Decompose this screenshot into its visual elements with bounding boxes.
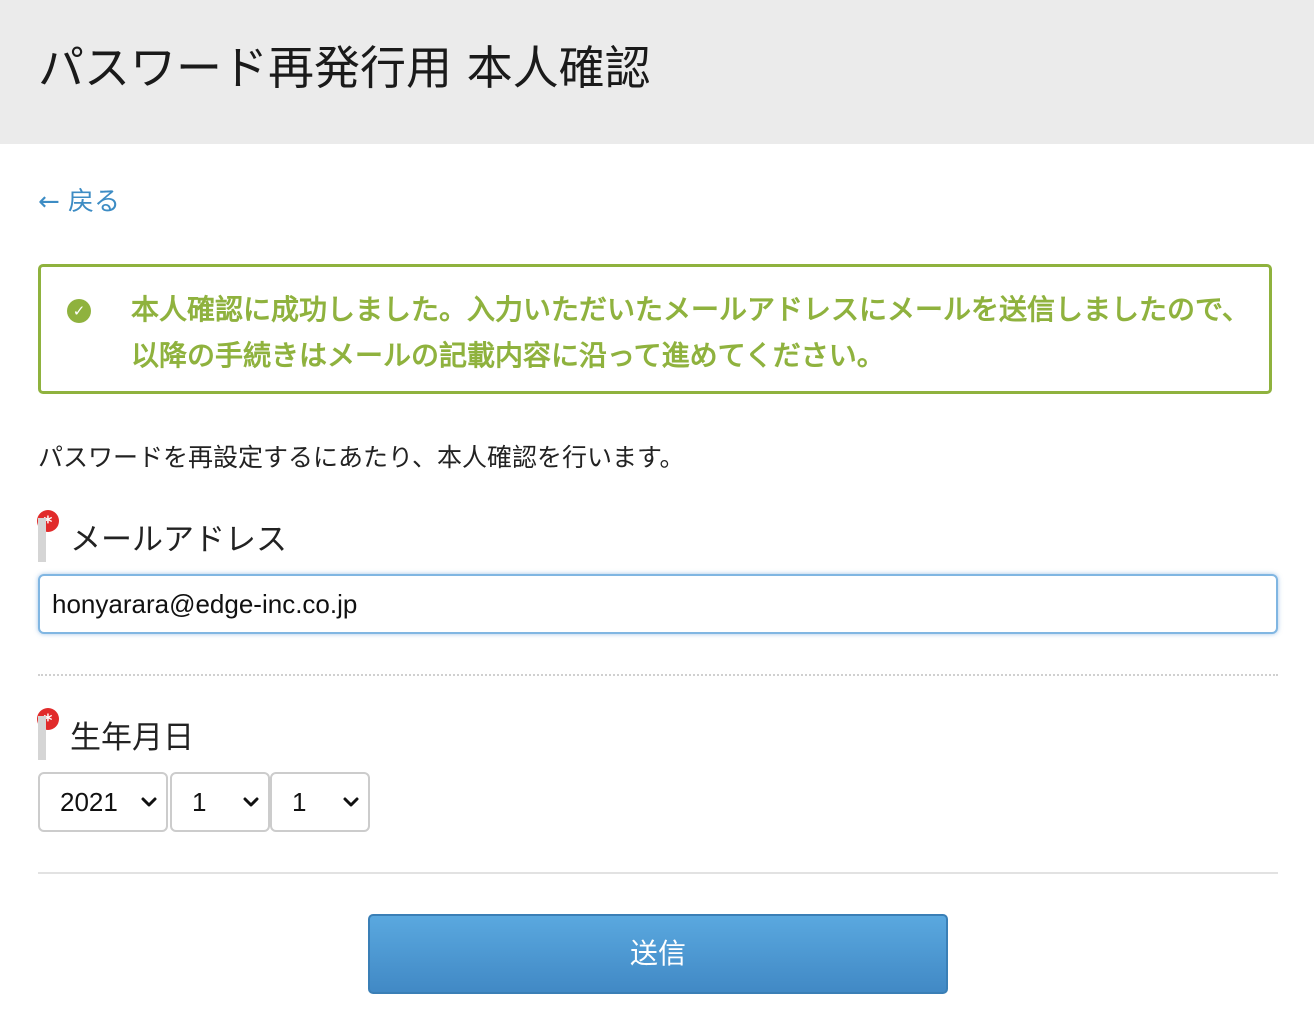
birth-month-select[interactable]: 1 (170, 772, 270, 832)
submit-button[interactable]: 送信 (368, 914, 948, 994)
page-title: パスワード再発行用 本人確認 (38, 41, 651, 95)
birth-year-value: 2021 (60, 787, 118, 817)
page-header: パスワード再発行用 本人確認 (0, 0, 1314, 144)
success-alert: ✓ 本人確認に成功しました。入力いただいたメールアドレスにメールを送信しましたの… (38, 264, 1272, 394)
check-circle-icon: ✓ (67, 299, 91, 323)
birth-day-select[interactable]: 1 (270, 772, 370, 832)
chevron-down-icon (243, 797, 259, 807)
intro-text: パスワードを再設定するにあたり、本人確認を行います。 (38, 443, 685, 472)
chevron-down-icon (343, 797, 359, 807)
birth-year-select[interactable]: 2021 (38, 772, 168, 832)
birth-day-value: 1 (292, 787, 307, 817)
field-divider (38, 674, 1278, 676)
form-divider (38, 872, 1278, 874)
back-link[interactable]: ← 戻る (38, 184, 120, 220)
email-input[interactable] (38, 574, 1278, 634)
birth-month-value: 1 (192, 787, 207, 817)
birthdate-label: 生年月日 (38, 716, 194, 760)
email-label: メールアドレス (38, 518, 287, 562)
chevron-down-icon (141, 797, 157, 807)
alert-message: 本人確認に成功しました。入力いただいたメールアドレスにメールを送信しましたので、… (131, 293, 1250, 372)
